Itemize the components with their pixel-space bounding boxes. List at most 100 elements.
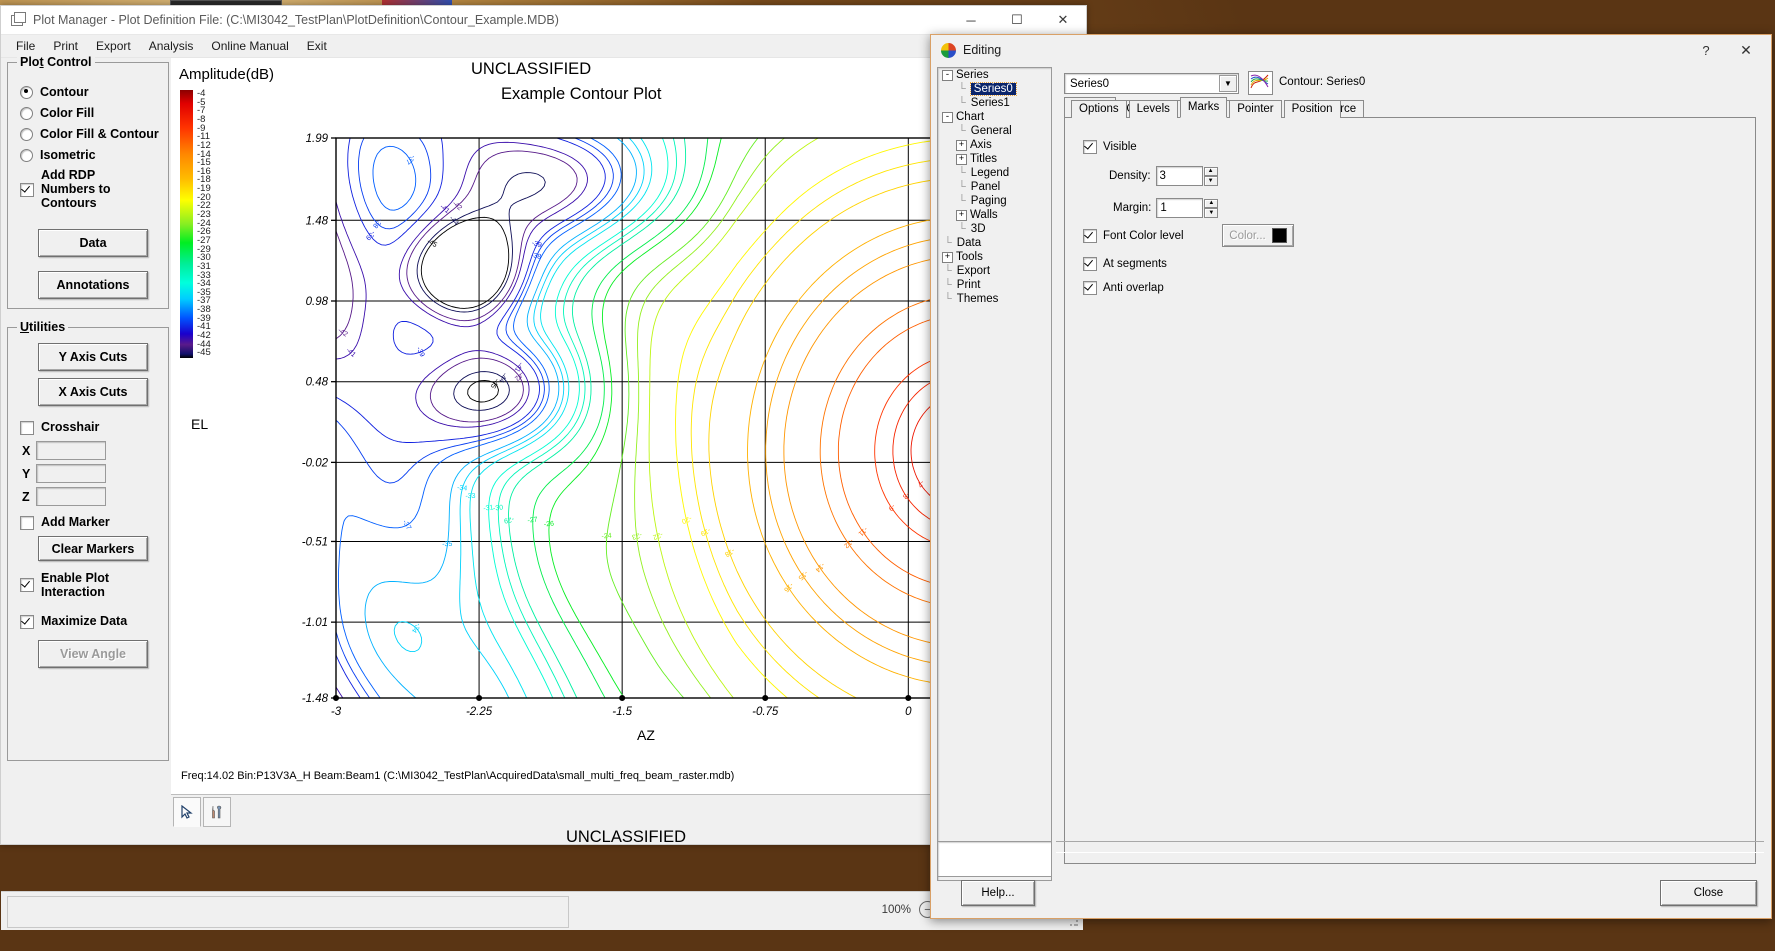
radio-color-fill-contour-label: Color Fill & Contour <box>40 127 159 141</box>
density-input[interactable]: 3 <box>1155 166 1203 186</box>
menu-item-file[interactable]: File <box>7 37 44 55</box>
margin-stepper[interactable]: Margin: 1 ▲ ▼ <box>1113 198 1219 218</box>
y-axis-cuts-button[interactable]: Y Axis Cuts <box>38 343 148 371</box>
x-axis-tick-mark <box>332 694 340 702</box>
menu-item-online-manual[interactable]: Online Manual <box>202 37 297 55</box>
contour-level-label: -45 <box>489 377 500 389</box>
margin-spin-down[interactable]: ▼ <box>1204 208 1219 218</box>
contour-line <box>420 216 510 309</box>
help-icon[interactable]: ? <box>1695 40 1717 60</box>
expand-icon[interactable]: + <box>942 251 953 263</box>
checkbox-add-marker-indicator <box>20 516 34 530</box>
checkbox-anti-overlap-label: Anti overlap <box>1103 282 1164 294</box>
menu-item-exit[interactable]: Exit <box>298 37 336 55</box>
editing-bottom-field[interactable] <box>937 841 1052 877</box>
checkbox-visible[interactable]: Visible <box>1083 140 1137 154</box>
x-axis-tick-mark <box>905 694 912 702</box>
tree-item-paging[interactable]: └ Paging <box>938 194 1051 208</box>
arrow-cursor-icon[interactable] <box>173 797 201 827</box>
coord-y-input[interactable] <box>36 464 106 483</box>
contour-line <box>335 631 370 699</box>
tree-item-panel[interactable]: └ Panel <box>938 180 1051 194</box>
data-button[interactable]: Data <box>38 229 148 257</box>
menu-item-analysis[interactable]: Analysis <box>140 37 203 55</box>
tree-item-export[interactable]: └ Export <box>938 264 1051 278</box>
subtab-position[interactable]: Position <box>1283 100 1341 118</box>
contour-level-label: -22 <box>652 530 664 540</box>
coord-x-input[interactable] <box>36 441 106 460</box>
close-icon[interactable]: ✕ <box>1733 40 1759 60</box>
maximize-button[interactable]: ☐ <box>994 6 1040 34</box>
tree-item-series1[interactable]: └ Series1 <box>938 96 1051 110</box>
checkbox-add-marker[interactable]: Add Marker <box>20 515 110 530</box>
tree-item-chart[interactable]: - Chart <box>938 110 1051 124</box>
subtab-marks[interactable]: Marks <box>1179 97 1228 118</box>
collapse-icon[interactable]: - <box>942 69 953 81</box>
margin-input[interactable]: 1 <box>1156 198 1204 218</box>
tools-icon[interactable] <box>203 797 231 827</box>
subtab-pointer[interactable]: Pointer <box>1229 100 1282 118</box>
tree-item-tools[interactable]: + Tools <box>938 250 1051 264</box>
density-spin-up[interactable]: ▲ <box>1203 166 1218 176</box>
margin-spin-buttons: ▲ ▼ <box>1204 198 1219 218</box>
color-button[interactable]: Color... <box>1222 224 1294 247</box>
menu-item-print[interactable]: Print <box>44 37 87 55</box>
radio-color-fill-contour[interactable]: Color Fill & Contour <box>20 127 159 141</box>
checkbox-anti-overlap[interactable]: Anti overlap <box>1083 281 1164 295</box>
coord-row-x: X <box>22 441 106 460</box>
minimize-button[interactable]: ─ <box>948 6 994 34</box>
subtab-levels[interactable]: Levels <box>1128 100 1178 118</box>
annotations-button[interactable]: Annotations <box>38 271 148 299</box>
checkbox-crosshair[interactable]: Crosshair <box>20 420 99 435</box>
tree-item-label: Print <box>956 279 981 291</box>
x-axis-cuts-button[interactable]: X Axis Cuts <box>38 378 148 406</box>
contour-level-label: -29 <box>503 515 514 524</box>
density-stepper[interactable]: Density: 3 ▲ ▼ <box>1109 166 1218 186</box>
density-spin-down[interactable]: ▼ <box>1203 176 1218 186</box>
expand-icon[interactable]: + <box>956 139 967 151</box>
close-button-dialog[interactable]: Close <box>1660 880 1757 906</box>
close-button[interactable]: ✕ <box>1040 6 1086 34</box>
contour-chart[interactable]: 1.991.480.980.48-0.02-0.51-1.01-1.48 -3-… <box>276 118 976 758</box>
expand-icon[interactable]: + <box>956 209 967 221</box>
collapse-icon[interactable]: - <box>942 111 953 123</box>
tree-item-walls[interactable]: + Walls <box>938 208 1051 222</box>
contour-line <box>634 137 785 699</box>
tree-item-general[interactable]: └ General <box>938 124 1051 138</box>
tree-item-titles[interactable]: + Titles <box>938 152 1051 166</box>
contour-level-label: -19 <box>699 526 711 537</box>
checkbox-enable-plot-interaction[interactable]: Enable Plot Interaction <box>20 571 109 599</box>
checkbox-maximize-data[interactable]: Maximize Data <box>20 614 127 629</box>
margin-spin-up[interactable]: ▲ <box>1204 198 1219 208</box>
chevron-down-icon[interactable]: ▼ <box>1219 75 1237 92</box>
y-axis-tick-label: 1.99 <box>306 133 329 145</box>
tree-item-axis[interactable]: + Axis <box>938 138 1051 152</box>
checkbox-at-segments[interactable]: At segments <box>1083 257 1167 271</box>
subtab-options[interactable]: Options <box>1071 100 1127 118</box>
tree-item-3d[interactable]: └ 3D <box>938 222 1051 236</box>
help-button[interactable]: Help... <box>961 880 1035 906</box>
menu-item-export[interactable]: Export <box>87 37 140 55</box>
enable-plot-line1: Enable Plot <box>41 571 110 585</box>
editing-tree[interactable]: - Series └ Series0 └ Series1- Chart └ General + Ax… <box>937 67 1052 881</box>
radio-color-fill[interactable]: Color Fill <box>20 106 94 120</box>
tree-item-series[interactable]: - Series <box>938 68 1051 82</box>
series-select[interactable]: Series0 ▼ <box>1064 73 1239 94</box>
coord-z-input[interactable] <box>36 487 106 506</box>
checkbox-visible-label: Visible <box>1103 141 1137 153</box>
tree-item-data[interactable]: └ Data <box>938 236 1051 250</box>
tree-item-themes[interactable]: └ Themes <box>938 292 1051 306</box>
contour-level-label: -41 <box>344 347 356 359</box>
tree-item-print[interactable]: └ Print <box>938 278 1051 292</box>
expand-icon[interactable]: + <box>956 153 967 165</box>
view-angle-button[interactable]: View Angle <box>38 640 148 668</box>
checkbox-font-color-level[interactable]: Font Color level <box>1083 229 1184 243</box>
radio-isometric[interactable]: Isometric <box>20 148 96 162</box>
clear-markers-button[interactable]: Clear Markers <box>38 536 148 561</box>
tree-item-series0[interactable]: └ Series0 <box>938 82 1051 96</box>
checkbox-add-rdp-numbers[interactable]: Add RDP Numbers to Contours <box>20 168 110 210</box>
tree-item-legend[interactable]: └ Legend <box>938 166 1051 180</box>
add-rdp-line2: Numbers to <box>41 182 111 196</box>
radio-contour[interactable]: Contour <box>20 85 89 99</box>
x-axis-tick-mark <box>762 694 769 702</box>
